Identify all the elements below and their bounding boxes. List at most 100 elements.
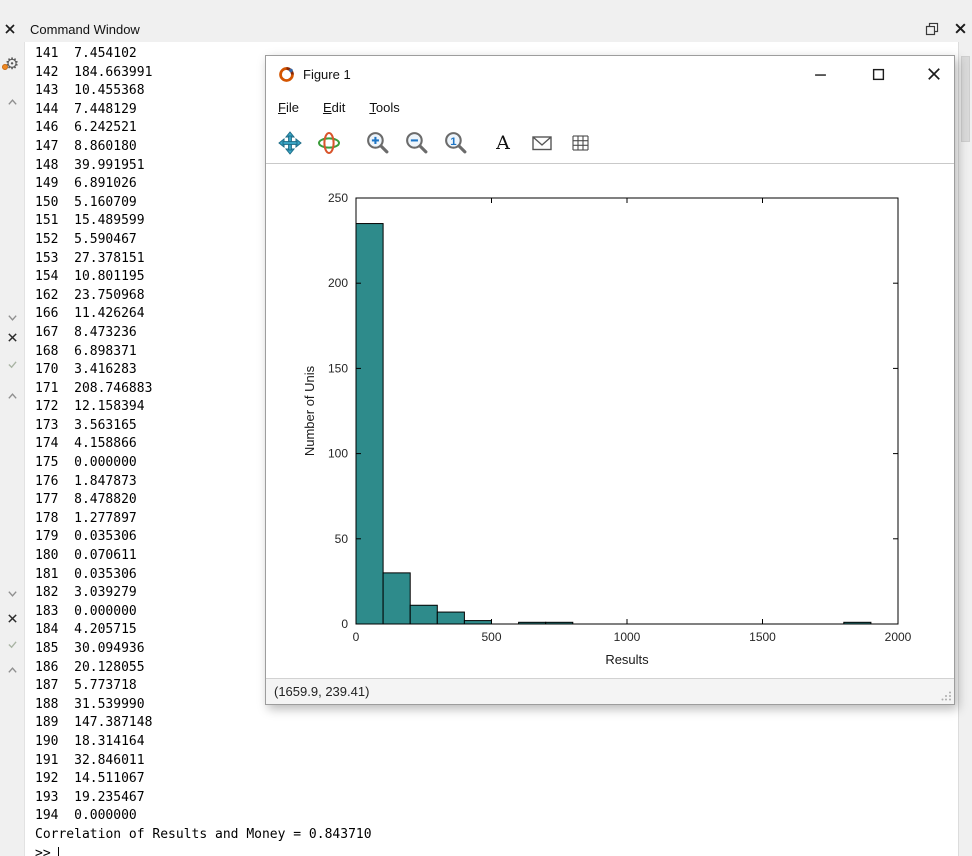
minimize-icon[interactable] bbox=[806, 61, 834, 87]
row-value: 10.801195 bbox=[74, 269, 144, 284]
close-icon[interactable] bbox=[4, 610, 20, 626]
row-index: 167 bbox=[35, 324, 74, 343]
row-index: 151 bbox=[35, 212, 74, 231]
row-index: 182 bbox=[35, 584, 74, 603]
row-index: 174 bbox=[35, 435, 74, 454]
dock-close-icon[interactable] bbox=[3, 22, 17, 36]
row-value: 30.094936 bbox=[74, 641, 144, 656]
command-result-line: Correlation of Results and Money = 0.843… bbox=[35, 826, 958, 845]
row-value: 10.455368 bbox=[74, 83, 144, 98]
row-index: 185 bbox=[35, 640, 74, 659]
histogram-bar bbox=[437, 612, 464, 624]
figure-titlebar[interactable]: Figure 1 bbox=[266, 56, 954, 92]
row-value: 15.489599 bbox=[74, 213, 144, 228]
check-icon[interactable] bbox=[4, 636, 20, 652]
check-icon[interactable] bbox=[4, 356, 20, 372]
row-value: 6.242521 bbox=[74, 120, 137, 135]
x-tick-label: 2000 bbox=[885, 630, 912, 644]
figure-window[interactable]: Figure 1 FileEditTools 1A 05001000150020… bbox=[265, 55, 955, 705]
command-prompt-row[interactable]: >> bbox=[35, 845, 958, 856]
row-value: 7.448129 bbox=[74, 102, 137, 117]
row-value: 0.035306 bbox=[74, 529, 137, 544]
row-value: 0.000000 bbox=[74, 604, 137, 619]
chevron-up-icon[interactable] bbox=[4, 388, 20, 404]
row-index: 176 bbox=[35, 473, 74, 492]
row-value: 4.205715 bbox=[74, 622, 137, 637]
close-icon[interactable] bbox=[953, 21, 968, 36]
zoom-in-icon[interactable] bbox=[363, 129, 391, 157]
y-tick-label: 50 bbox=[335, 532, 349, 546]
row-index: 184 bbox=[35, 621, 74, 640]
check-icon bbox=[7, 640, 18, 649]
row-index: 148 bbox=[35, 157, 74, 176]
figure-menubar: File Edit Tools bbox=[266, 92, 954, 122]
command-row: 1940.000000 bbox=[35, 807, 958, 826]
row-index: 194 bbox=[35, 807, 74, 826]
chevron-down-icon[interactable] bbox=[4, 586, 20, 602]
right-scrollbar-strip[interactable] bbox=[958, 42, 972, 856]
chevron-down-icon[interactable] bbox=[4, 310, 20, 326]
resize-grip-icon[interactable] bbox=[940, 690, 952, 702]
row-index: 187 bbox=[35, 677, 74, 696]
close-icon bbox=[7, 332, 18, 343]
command-row: 19319.235467 bbox=[35, 789, 958, 808]
row-index: 188 bbox=[35, 696, 74, 715]
figure-canvas[interactable]: 0500100015002000050100150200250ResultsNu… bbox=[266, 164, 954, 680]
figure-title: Figure 1 bbox=[303, 67, 351, 82]
row-value: 27.378151 bbox=[74, 251, 144, 266]
menu-tools[interactable]: Tools bbox=[369, 100, 399, 115]
close-icon[interactable] bbox=[4, 329, 20, 345]
insert-text-icon[interactable]: A bbox=[489, 129, 517, 157]
maximize-icon[interactable] bbox=[864, 61, 892, 87]
close-icon bbox=[7, 613, 18, 624]
row-value: 19.235467 bbox=[74, 790, 144, 805]
menu-edit[interactable]: Edit bbox=[323, 100, 345, 115]
menu-file[interactable]: File bbox=[278, 100, 299, 115]
pan-icon[interactable] bbox=[276, 129, 304, 157]
rotate-3d-icon[interactable] bbox=[315, 129, 343, 157]
row-index: 168 bbox=[35, 343, 74, 362]
check-icon bbox=[7, 360, 18, 369]
axes-icon[interactable] bbox=[528, 129, 556, 157]
row-index: 180 bbox=[35, 547, 74, 566]
row-value: 8.860180 bbox=[74, 139, 137, 154]
row-index: 166 bbox=[35, 305, 74, 324]
row-value: 0.000000 bbox=[74, 808, 137, 823]
row-index: 141 bbox=[35, 45, 74, 64]
chevron-up-icon bbox=[7, 98, 18, 106]
gear-icon[interactable]: ⚙ bbox=[4, 57, 20, 73]
chevron-up-icon[interactable] bbox=[4, 662, 20, 678]
row-value: 1.847873 bbox=[74, 474, 137, 489]
row-index: 149 bbox=[35, 175, 74, 194]
command-window-titlebar[interactable]: Command Window bbox=[0, 16, 972, 42]
x-tick-label: 0 bbox=[353, 630, 360, 644]
row-value: 32.846011 bbox=[74, 753, 144, 768]
row-index: 150 bbox=[35, 194, 74, 213]
row-value: 6.891026 bbox=[74, 176, 137, 191]
row-value: 7.454102 bbox=[74, 46, 137, 61]
row-value: 4.158866 bbox=[74, 436, 137, 451]
y-tick-label: 100 bbox=[328, 447, 348, 461]
chevron-up-icon bbox=[7, 392, 18, 400]
close-icon[interactable] bbox=[920, 61, 948, 87]
histogram-bar bbox=[410, 605, 437, 624]
row-value: 147.387148 bbox=[74, 715, 152, 730]
y-tick-label: 0 bbox=[341, 617, 348, 631]
row-value: 12.158394 bbox=[74, 399, 144, 414]
zoom-out-icon[interactable] bbox=[402, 129, 430, 157]
histogram-chart: 0500100015002000050100150200250ResultsNu… bbox=[266, 164, 954, 680]
gear-icon[interactable]: ⚙ bbox=[5, 57, 19, 73]
x-tick-label: 1000 bbox=[614, 630, 641, 644]
scrollbar-thumb[interactable] bbox=[961, 56, 970, 142]
row-index: 183 bbox=[35, 603, 74, 622]
grid-icon[interactable] bbox=[567, 129, 595, 157]
command-titlebar-buttons bbox=[924, 21, 968, 36]
row-value: 23.750968 bbox=[74, 288, 144, 303]
undock-icon[interactable] bbox=[924, 21, 939, 36]
row-index: 178 bbox=[35, 510, 74, 529]
chevron-up-icon[interactable] bbox=[4, 94, 20, 110]
zoom-original-icon[interactable]: 1 bbox=[441, 129, 469, 157]
svg-text:1: 1 bbox=[450, 136, 457, 148]
row-index: 191 bbox=[35, 752, 74, 771]
row-index: 175 bbox=[35, 454, 74, 473]
